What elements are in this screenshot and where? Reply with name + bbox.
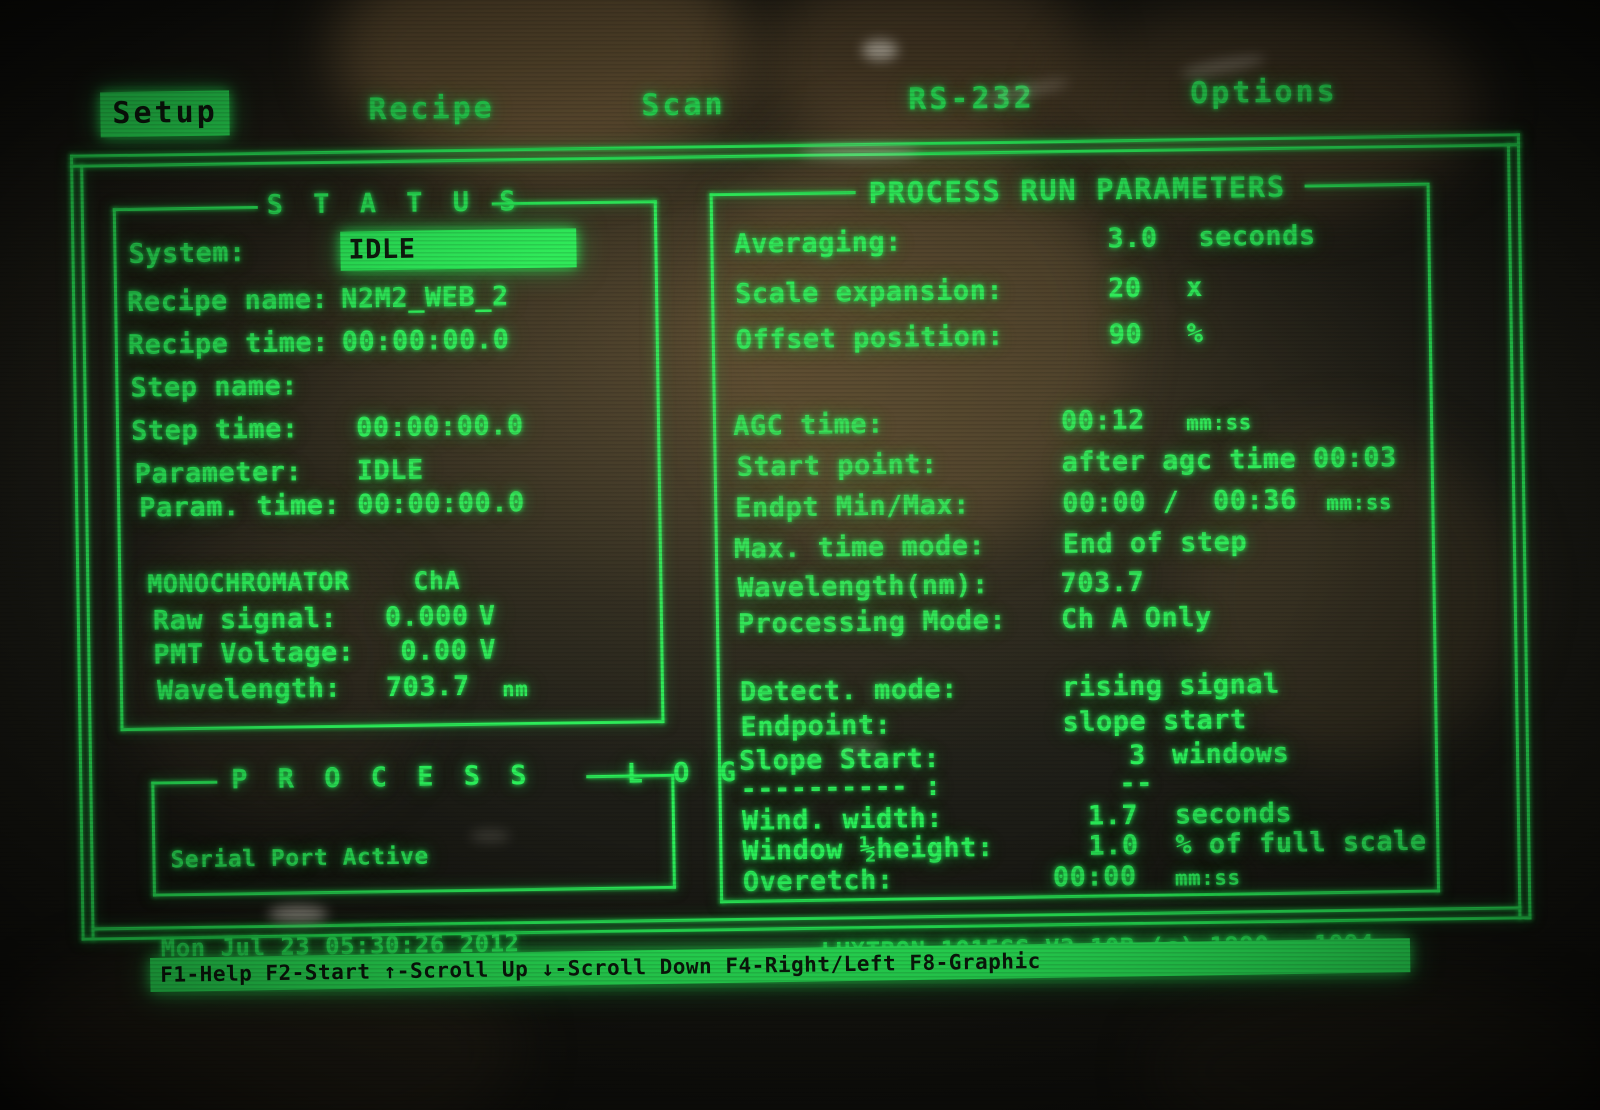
status-row-label: Parameter: [134,456,303,490]
param-value: 90 [1108,318,1143,351]
param-label: Detect. mode: [739,673,959,708]
param-value: 00:00 [1052,861,1137,894]
mono-row-value: 0.000 [384,600,469,634]
param-value: 1.7 [1087,800,1139,832]
menu-item-setup[interactable]: Setup [100,90,231,138]
process-log-line: Serial Port Active [170,843,429,874]
param-unit: % of full scale [1175,825,1427,861]
param-value: 00:12 [1060,404,1146,438]
param-value: Ch A Only [1060,601,1213,636]
param-value: 00:00 / 00:36 [1062,484,1298,520]
param-unit: windows [1171,737,1290,771]
param-label: Overetch: [742,864,894,898]
status-row-label: Recipe name: [126,283,329,318]
param-unit: x [1185,271,1204,304]
status-row-label: Step time: [130,413,299,447]
param-separator-label: ---------- : [740,770,942,805]
param-value: rising signal [1061,668,1281,704]
mono-row-unit: V [479,634,497,666]
param-unit: mm:ss [1185,410,1252,436]
menu-bar: Setup Recipe Scan RS-232 Options [0,0,1592,138]
param-label: Processing Mode: [737,604,1007,640]
status-row-value: N2M2_WEB_2 [340,281,509,315]
monochromator-channel: ChA [413,566,461,596]
param-label: Wind. width: [741,802,944,837]
param-label: Window ½height: [742,832,994,867]
status-system-value: IDLE [340,228,577,271]
param-label: Offset position: [735,320,1005,356]
mono-row-label: Raw signal: [152,602,338,637]
param-unit: % [1186,317,1204,350]
process-run-parameters-panel: PROCESS RUN PARAMETERS Averaging: 3.0 se… [0,0,1592,904]
param-unit: mm:ss [1174,865,1241,891]
status-row-value: 00:00:00.0 [356,487,525,521]
status-row-label: Recipe time: [127,326,330,361]
param-value: End of step [1062,526,1248,561]
param-separator-value: -- [1119,767,1154,800]
status-row-label: Step name: [130,370,299,404]
param-value: 703.7 [1060,566,1145,600]
param-label: Max. time mode: [733,530,986,565]
params-panel-title: PROCESS RUN PARAMETERS [868,169,1286,210]
mono-row-value: 703.7 [385,670,470,704]
param-label: Scale expansion: [734,274,1004,310]
menu-item-rs232[interactable]: RS-232 [908,80,1035,117]
param-value: slope start [1062,704,1248,739]
param-label: Endpoint: [740,709,892,743]
mono-row-unit: nm [501,677,529,702]
process-log-panel: P R O C E S S L O G Serial Port Active [0,0,1592,897]
mono-row-label: PMT Voltage: [153,636,355,671]
crt-monitor-photo: Setup Recipe Scan RS-232 Options S T A T… [0,0,1600,1110]
menu-item-scan[interactable]: Scan [641,87,726,123]
param-label: Wavelength(nm): [737,569,990,604]
status-row-value: 00:00:00.0 [341,324,510,358]
param-value: 3 [1128,739,1147,772]
param-label: Endpt Min/Max: [735,489,971,524]
mono-row-label: Wavelength: [156,672,342,707]
param-unit: mm:ss [1326,490,1393,516]
param-label: Averaging: [734,226,903,260]
status-panel: S T A T U S System: IDLE Recipe name: N2… [0,0,1592,732]
param-unit: seconds [1174,797,1293,831]
outer-frame [0,0,1592,941]
menu-item-recipe[interactable]: Recipe [368,90,495,127]
param-value: after agc time 00:03 [1061,442,1397,479]
status-system-label: System: [128,237,246,270]
monochromator-header-label: MONOCHROMATOR [147,566,350,599]
param-label: AGC time: [732,408,885,442]
param-value: 20 [1107,272,1142,305]
status-row-value: 00:00:00.0 [355,410,524,444]
status-row-value: IDLE [356,454,424,487]
status-row-label: Param. time: [139,489,341,524]
mono-row-value: 0.00 [400,634,468,667]
param-unit: seconds [1198,220,1316,254]
mono-row-unit: V [478,600,496,632]
param-value: 3.0 [1107,222,1158,255]
menu-item-options[interactable]: Options [1190,74,1338,111]
status-panel-title: S T A T U S [266,186,523,221]
param-label: Start point: [736,448,938,483]
param-value: 1.0 [1088,830,1139,862]
process-log-title: P R O C E S S L O G [231,756,744,796]
